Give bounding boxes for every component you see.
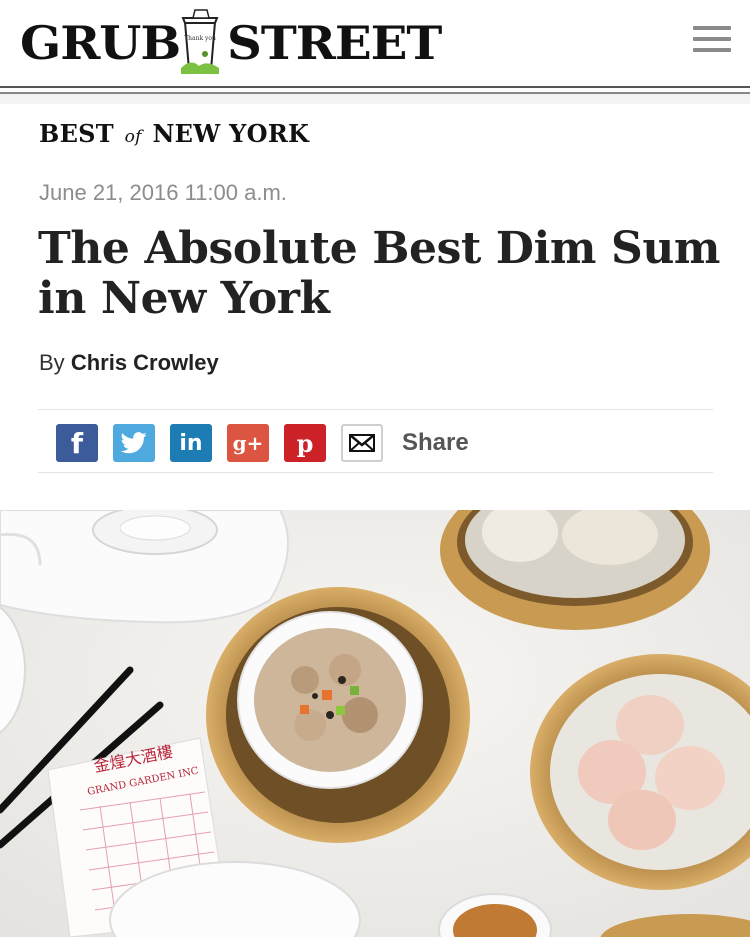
section-label[interactable]: BEST of NEW YORK [39,119,309,148]
twitter-icon [121,432,147,454]
section-of: of [124,127,142,147]
share-bar: f in g+ p Share [56,424,469,462]
logo-word-right: STREET [226,16,442,70]
linkedin-icon: in [179,430,203,456]
share-divider-bottom [38,472,713,473]
byline: By Chris Crowley [39,350,219,376]
logo-cup-text: Thank you [184,35,216,42]
header-rule-top [0,86,750,88]
email-share-button[interactable] [341,424,383,462]
author-link[interactable]: Chris Crowley [71,350,219,375]
logo-word-left: GRUB [20,16,181,70]
hamburger-menu-icon[interactable] [693,26,731,58]
dim-sum-photo: 金煌大酒樓 GRAND GARDEN INC [0,510,750,937]
linkedin-share-button[interactable]: in [170,424,212,462]
steamer-center [206,587,470,843]
pinterest-icon: p [296,428,314,458]
article-date: June 21, 2016 11:00 a.m. [39,180,287,205]
google-plus-icon: g+ [232,431,264,455]
header-shadow [0,94,750,104]
grub-street-logo[interactable]: GRUB Thank you STREET [20,8,442,78]
facebook-share-button[interactable]: f [56,424,98,462]
email-icon [349,434,375,452]
facebook-icon: f [70,426,84,460]
byline-prefix: By [39,350,65,375]
article-title: The Absolute Best Dim Sum in New York [38,223,721,324]
twitter-share-button[interactable] [113,424,155,462]
hero-image-dim-sum[interactable]: 金煌大酒樓 GRAND GARDEN INC [0,510,750,937]
share-divider-top [38,409,713,410]
site-header: GRUB Thank you STREET [0,0,750,104]
share-button[interactable]: Share [402,429,469,457]
google-plus-share-button[interactable]: g+ [227,424,269,462]
section-best: BEST [39,119,114,148]
pinterest-share-button[interactable]: p [284,424,326,462]
takeout-cup-logo-icon: Thank you [180,9,219,74]
section-region: NEW YORK [152,119,310,148]
teapot [0,510,289,624]
